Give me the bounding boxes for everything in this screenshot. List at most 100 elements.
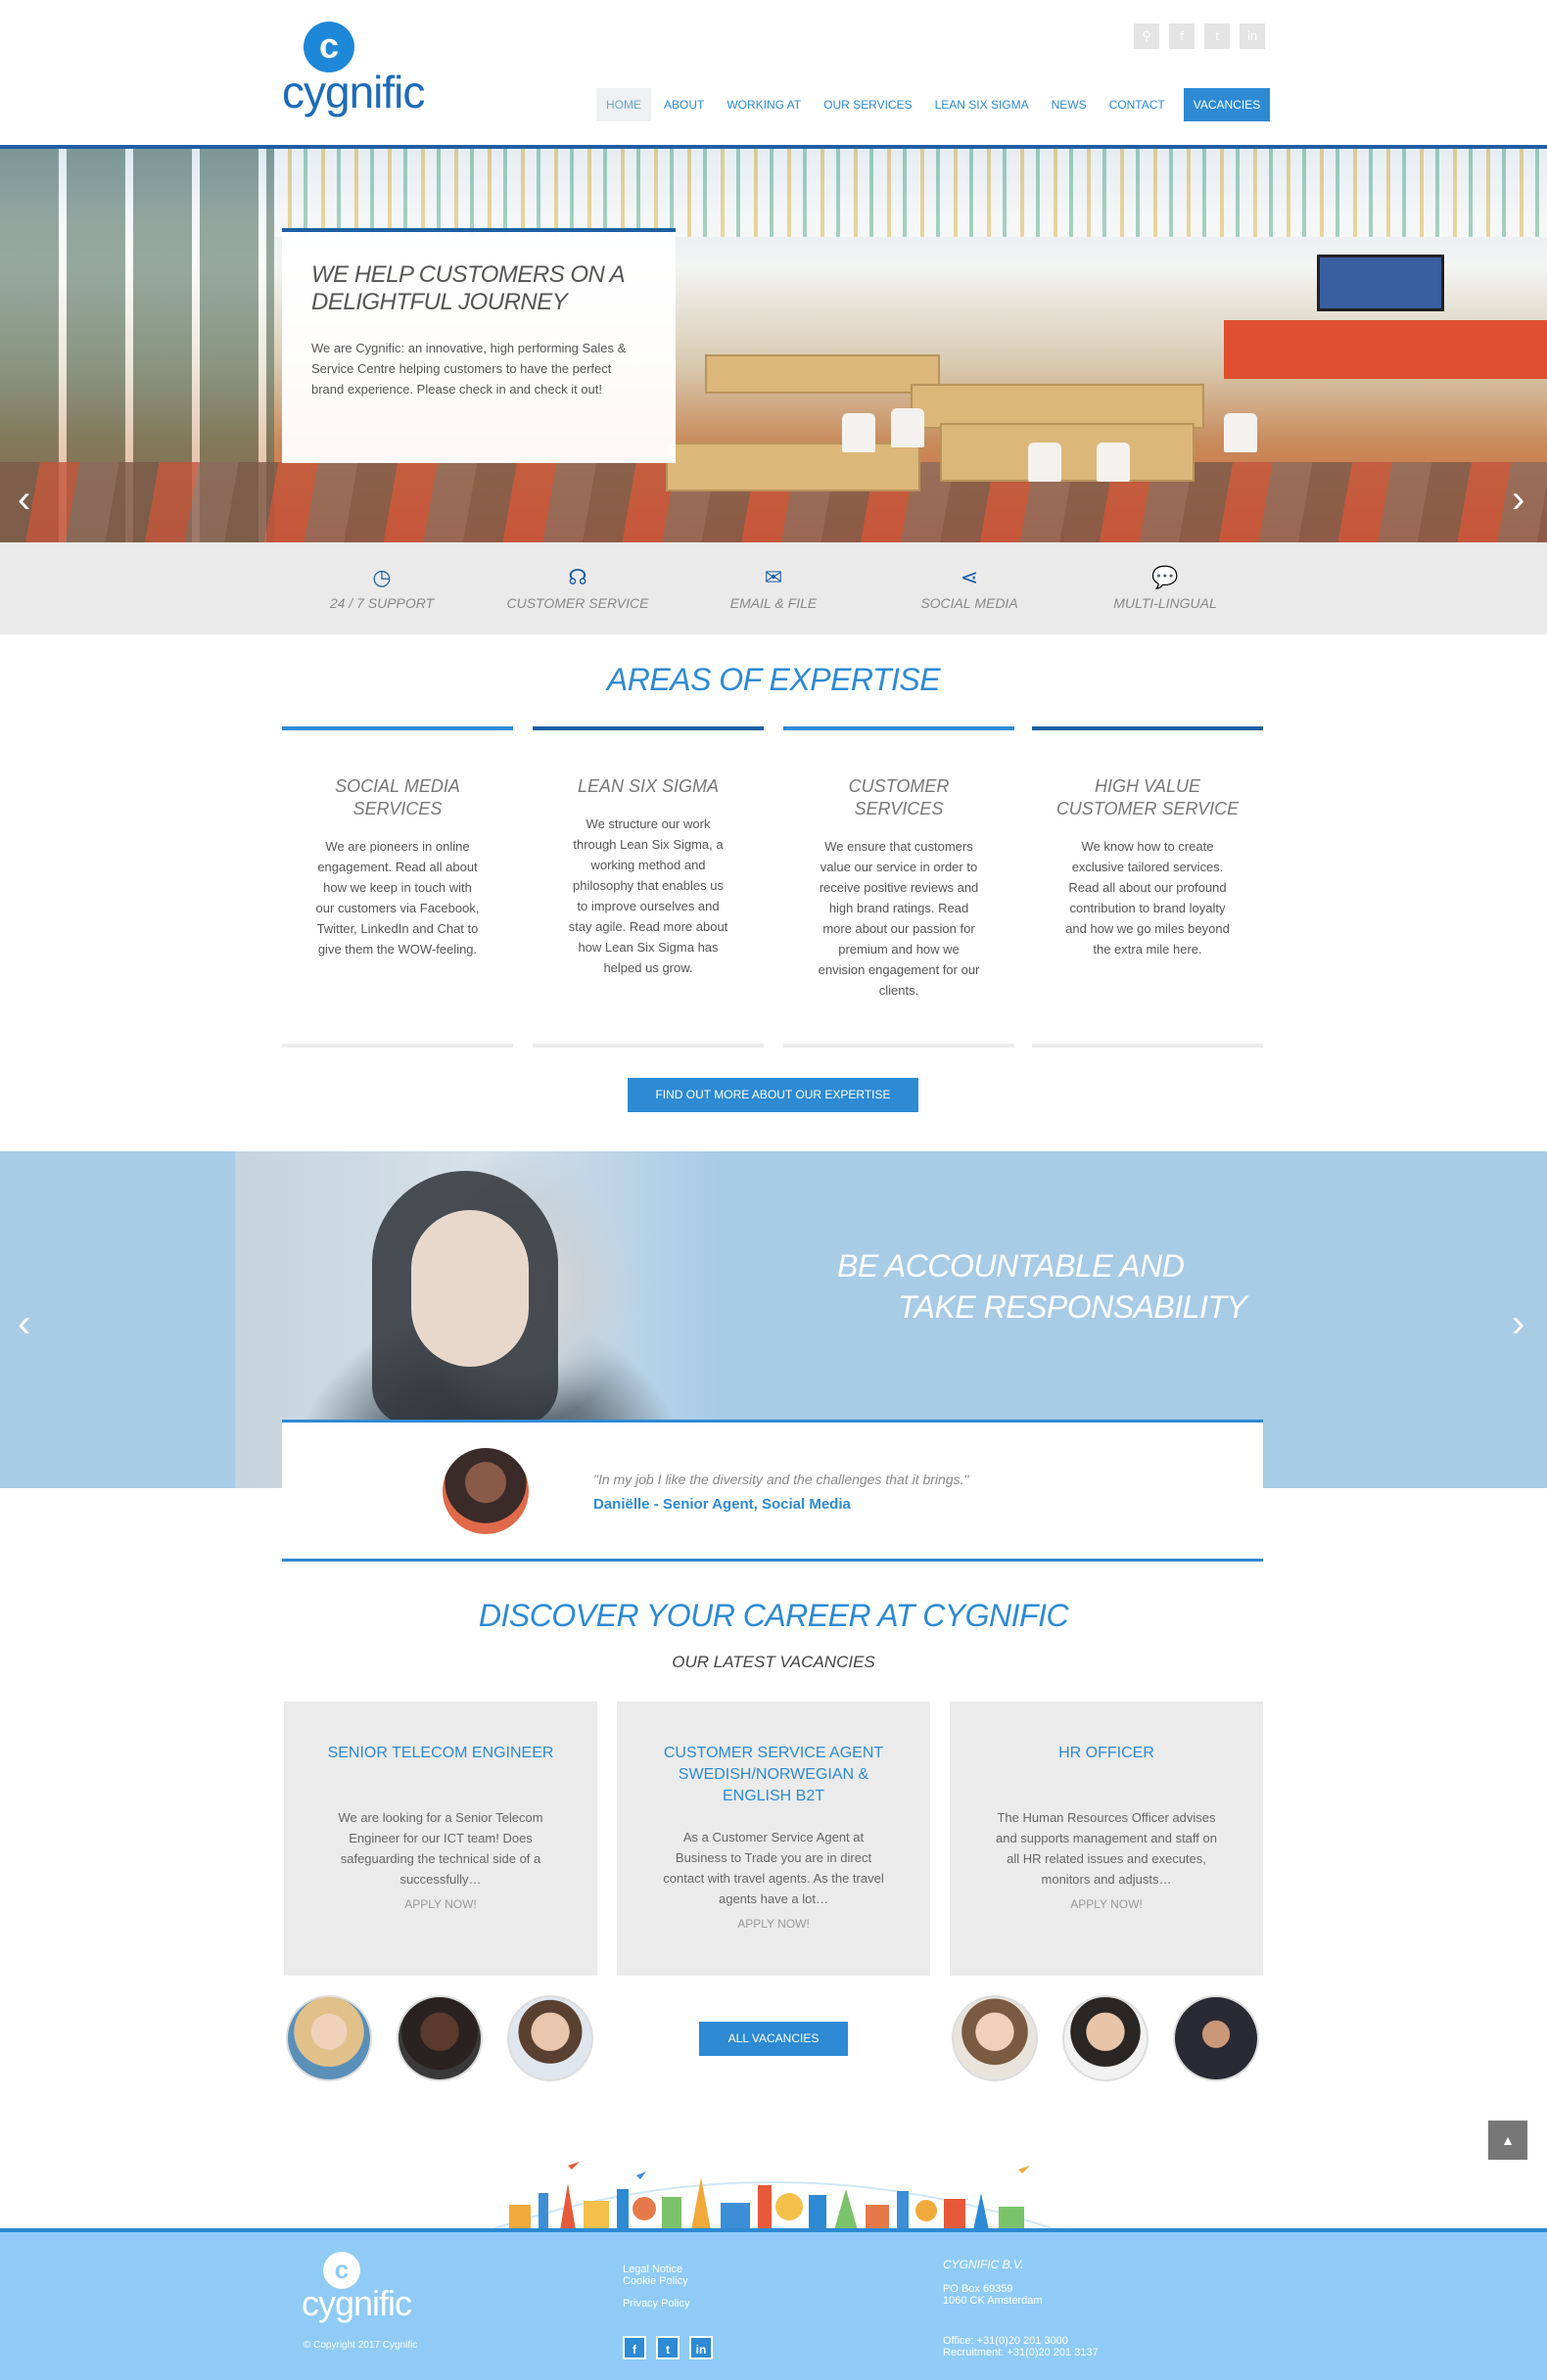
testimonial-author: Daniëlle - Senior Agent, Social Media [593,1496,851,1513]
hero-photo-screen [1317,255,1444,311]
avatar [1062,1995,1149,2081]
scroll-top-button[interactable]: ▲ [1488,2121,1527,2160]
all-vacancies-button[interactable]: ALL VACANCIES [699,2022,848,2056]
feature-label: SOCIAL MEDIA [920,595,1018,611]
avatar [507,1995,593,2081]
hero-prev-arrow-icon[interactable]: ‹ [18,480,30,519]
expertise-card-text: We ensure that customers value our servi… [818,839,980,998]
hero-text: We are Cygnific: an innovative, high per… [311,341,627,397]
site-footer: c cygnific © Copyright 2017 Cygnific Leg… [0,2232,1547,2380]
band-slogan-line-1: BE ACCOUNTABLE AND [837,1248,1185,1283]
nav-vacancies[interactable]: VACANCIES [1183,88,1271,121]
recruitment-phone[interactable]: Recruitment: +31(0)20 201 3137 [943,2347,1099,2359]
apply-link[interactable]: APPLY NOW! [284,1897,597,1911]
vacancy-text: The Human Resources Officer advises and … [996,1810,1217,1887]
nav-our-services[interactable]: OUR SERVICES [814,88,921,121]
hero-title: WE HELP CUSTOMERS ON A DELIGHTFUL JOURNE… [311,261,625,315]
cookie-policy-link[interactable]: Cookie Policy [623,2275,688,2287]
vacancy-title[interactable]: CUSTOMER SERVICE AGENT SWEDISH/NORWEGIAN… [617,1743,930,1807]
main-nav: HOME ABOUT WORKING AT OUR SERVICES LEAN … [596,88,1271,121]
envelope-icon: ✉ [764,565,783,589]
card-bottom-bar [1032,1044,1263,1048]
postcode: 1060 CK Amsterdam [943,2295,1043,2307]
band-prev-arrow-icon[interactable]: ‹ [18,1304,30,1343]
apply-link[interactable]: APPLY NOW! [617,1917,930,1931]
nav-working-at[interactable]: WORKING AT [717,88,811,121]
nav-home[interactable]: HOME [596,88,651,121]
share-icon: ⋖ [960,565,979,589]
feature-item: 💬 MULTI-LINGUAL [1067,564,1263,611]
linkedin-icon[interactable]: in [689,2336,713,2359]
hero-photo-chair [1028,443,1061,482]
copyright: © Copyright 2017 Cygnific [304,2340,418,2351]
facebook-icon[interactable]: f [1169,23,1195,49]
hero-next-arrow-icon[interactable]: › [1512,480,1524,519]
avatar [286,1995,372,2081]
card-bottom-bar [533,1044,764,1048]
card-bottom-bar [783,1044,1014,1048]
expertise-card-text: We know how to create exclusive tailored… [1065,839,1230,957]
logo-wordmark: cygnific [282,67,425,117]
vacancy-title[interactable]: SENIOR TELECOM ENGINEER [284,1743,597,1764]
hero-photo-chair [891,408,924,447]
feature-label: EMAIL & FILE [729,595,818,611]
expertise-card[interactable]: SOCIAL MEDIA SERVICES We are pioneers in… [282,726,513,1048]
band-slogan: BE ACCOUNTABLE AND TAKE RESPONSABILITY [837,1245,1278,1328]
apply-link[interactable]: APPLY NOW! [950,1897,1263,1911]
card-top-bar [282,726,513,730]
hero-slider: ‹ › [0,149,1547,542]
hero-photo-chair [1224,413,1257,452]
vacancy-card[interactable]: CUSTOMER SERVICE AGENT SWEDISH/NORWEGIAN… [617,1702,930,1976]
headset-icon: ☊ [568,565,587,589]
world-landmarks-illustration [489,2162,1058,2230]
vacancy-card[interactable]: SENIOR TELECOM ENGINEER We are looking f… [284,1702,597,1976]
agent-photo-face [411,1210,529,1367]
privacy-policy-link[interactable]: Privacy Policy [623,2298,689,2310]
expertise-more-button[interactable]: FIND OUT MORE ABOUT OUR EXPERTISE [628,1078,918,1112]
vacancies-subtitle: OUR LATEST VACANCIES [672,1653,875,1671]
expertise-card-title: CUSTOMER SERVICES [848,776,950,818]
facebook-icon[interactable]: f [623,2336,646,2359]
header-social-links: ⚲ f t in [1134,23,1265,49]
expertise-card[interactable]: CUSTOMER SERVICES We ensure that custome… [783,726,1014,1048]
search-icon[interactable]: ⚲ [1134,23,1159,49]
twitter-icon[interactable]: t [656,2336,680,2359]
company-name: CYGNIFIC B.V. [943,2258,1024,2271]
nav-about[interactable]: ABOUT [654,88,714,121]
footer-social-links: f t in [623,2336,713,2359]
feature-item: ☊ CUSTOMER SERVICE [480,564,676,611]
card-bottom-bar [282,1044,513,1048]
legal-notice-link[interactable]: Legal Notice [623,2263,682,2275]
footer-logo-wordmark[interactable]: cygnific [302,2283,412,2324]
avatar [1173,1995,1259,2081]
twitter-icon[interactable]: t [1204,23,1230,49]
card-top-bar [1032,726,1263,730]
vacancy-title[interactable]: HR OFFICER [950,1743,1263,1764]
hero-photo-table [705,354,940,394]
nav-lean-six-sigma[interactable]: LEAN SIX SIGMA [925,88,1039,121]
feature-label: 24 / 7 SUPPORT [329,595,435,611]
expertise-card[interactable]: HIGH VALUE CUSTOMER SERVICE We know how … [1032,726,1263,1048]
vacancy-text: As a Customer Service Agent at Business … [663,1830,884,1906]
expertise-card-title: SOCIAL MEDIA SERVICES [335,776,460,818]
avatar [397,1995,483,2081]
feature-label: MULTI-LINGUAL [1113,595,1217,611]
feature-item: ◷ 24 / 7 SUPPORT [284,564,480,611]
nav-contact[interactable]: CONTACT [1100,88,1175,121]
feature-strip: ◷ 24 / 7 SUPPORT ☊ CUSTOMER SERVICE ✉ EM… [0,542,1547,634]
career-title: DISCOVER YOUR CAREER AT CYGNIFIC [478,1598,1069,1633]
feature-item: ✉ EMAIL & FILE [676,564,871,611]
expertise-card-text: We structure our work through Lean Six S… [568,817,728,975]
expertise-card-title: HIGH VALUE CUSTOMER SERVICE [1055,776,1240,818]
vacancy-card[interactable]: HR OFFICER The Human Resources Officer a… [950,1702,1263,1976]
linkedin-icon[interactable]: in [1240,23,1265,49]
expertise-card[interactable]: LEAN SIX SIGMA We structure our work thr… [533,726,764,1048]
cygnific-logo[interactable]: c cygnific [282,22,425,119]
speech-bubbles-icon: 💬 [1151,565,1179,589]
band-next-arrow-icon[interactable]: › [1512,1304,1524,1343]
expertise-card-text: We are pioneers in online engagement. Re… [315,839,480,957]
card-top-bar [783,726,1014,730]
card-top-bar [533,726,764,730]
band-slogan-line-2: TAKE RESPONSABILITY [898,1289,1247,1325]
nav-news[interactable]: NEWS [1042,88,1097,121]
